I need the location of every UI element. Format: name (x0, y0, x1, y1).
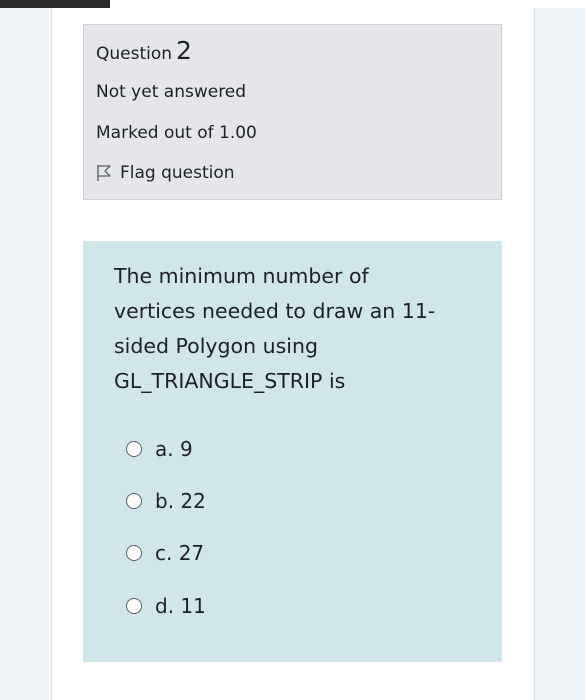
flag-question-label: Flag question (120, 163, 235, 183)
question-status: Not yet answered (96, 82, 247, 102)
left-page-gutter (0, 8, 52, 700)
question-prompt-line: GL_TRIANGLE_STRIP is (114, 369, 346, 393)
radio-button[interactable] (126, 493, 142, 509)
flag-outline-icon (96, 164, 112, 182)
radio-button[interactable] (126, 545, 142, 561)
radio-button[interactable] (126, 598, 142, 614)
question-content-panel: The minimum number of vertices needed to… (83, 241, 502, 662)
question-number: 2 (176, 36, 192, 65)
answer-option-label: d. 11 (155, 594, 206, 618)
radio-button[interactable] (126, 441, 142, 457)
answer-option-label: c. 27 (155, 541, 205, 565)
question-label: Question (96, 44, 173, 64)
answer-option-label: b. 22 (155, 489, 206, 513)
answer-option-b[interactable]: b. 22 (126, 486, 206, 516)
right-page-gutter (534, 8, 585, 700)
answer-option-c[interactable]: c. 27 (126, 538, 204, 568)
question-prompt-line: vertices needed to draw an 11- (114, 299, 436, 323)
answer-option-label: a. 9 (155, 437, 193, 461)
question-prompt-line: sided Polygon using (114, 334, 318, 358)
question-prompt: The minimum number of vertices needed to… (114, 259, 474, 399)
top-toolbar-strip (0, 0, 110, 8)
question-prompt-line: The minimum number of (114, 264, 369, 288)
answer-option-a[interactable]: a. 9 (126, 434, 193, 464)
flag-question-link[interactable]: Flag question (96, 161, 235, 185)
question-marks: Marked out of 1.00 (96, 123, 257, 143)
question-info-panel: Question 2 Not yet answered Marked out of… (83, 24, 502, 200)
answer-option-d[interactable]: d. 11 (126, 591, 206, 621)
question-title: Question 2 (96, 37, 192, 68)
